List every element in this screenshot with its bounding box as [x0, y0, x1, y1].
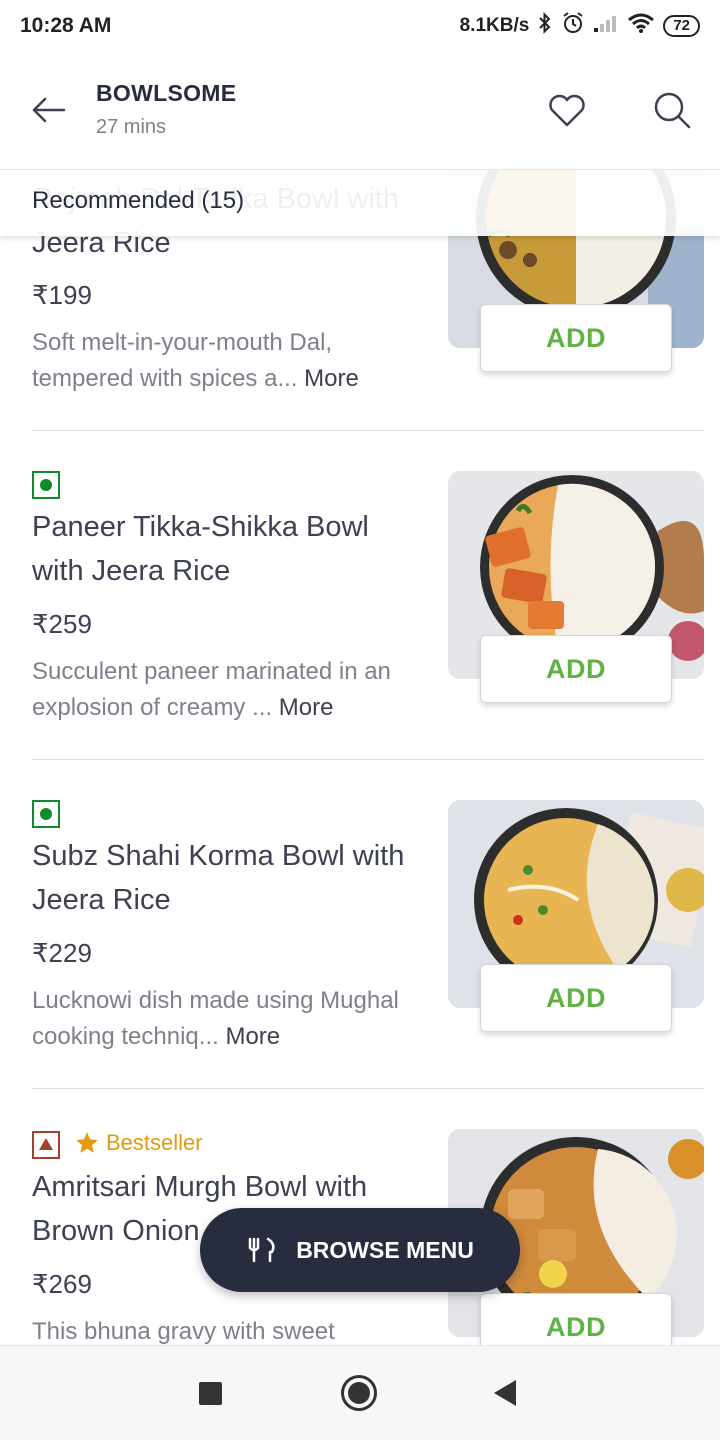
- more-link[interactable]: More: [304, 365, 359, 392]
- non-veg-icon: [32, 1131, 60, 1159]
- signal-icon: [593, 13, 619, 39]
- item-price: ₹259: [32, 609, 92, 639]
- veg-icon: [32, 471, 60, 499]
- system-back-button[interactable]: [494, 1380, 516, 1406]
- item-name: Subz Shahi Korma Bowl with Jeera Rice: [32, 840, 405, 916]
- battery-indicator: 72: [663, 15, 700, 37]
- delivery-time: 27 mins: [96, 116, 167, 138]
- status-time: 10:28 AM: [20, 14, 112, 37]
- item-price: ₹229: [32, 938, 92, 968]
- status-icons: 8.1KB/s 72: [460, 11, 700, 41]
- item-description-text: This bhuna gravy with sweet: [32, 1318, 335, 1345]
- alarm-icon: [561, 11, 585, 41]
- bestseller-tag: Bestseller: [74, 1130, 203, 1156]
- item-description-text: Soft melt-in-your-mouth Dal, tempered wi…: [32, 329, 333, 392]
- bestseller-label: Bestseller: [106, 1130, 203, 1155]
- restaurant-header: BOWLSOME 27 mins: [0, 52, 720, 170]
- search-button[interactable]: [650, 88, 694, 132]
- item-description-text: Succulent paneer marinated in an explosi…: [32, 658, 391, 721]
- section-title: Recommended (15): [32, 187, 245, 214]
- favorite-button[interactable]: [545, 88, 589, 132]
- back-button[interactable]: [26, 88, 70, 132]
- item-description-text: Lucknowi dish made using Mughal cooking …: [32, 987, 399, 1050]
- star-icon: [76, 1132, 98, 1153]
- net-speed: 8.1KB/s: [459, 15, 530, 36]
- status-bar: 10:28 AM 8.1KB/s 72: [0, 0, 720, 52]
- add-button[interactable]: ADD: [480, 1293, 672, 1345]
- restaurant-title-block: BOWLSOME 27 mins: [96, 80, 236, 139]
- item-price: ₹199: [32, 280, 92, 310]
- menu-item: Subz Shahi Korma Bowl with Jeera Rice ₹2…: [0, 760, 720, 1089]
- item-description: Succulent paneer marinated in an explosi…: [32, 654, 432, 726]
- item-price: ₹269: [32, 1269, 92, 1299]
- item-description: Soft melt-in-your-mouth Dal, tempered wi…: [32, 325, 432, 397]
- item-description: Lucknowi dish made using Mughal cooking …: [32, 983, 432, 1055]
- fork-knife-icon: [248, 1237, 275, 1263]
- more-link[interactable]: More: [279, 694, 334, 721]
- home-button[interactable]: [341, 1375, 377, 1411]
- add-button[interactable]: ADD: [480, 304, 672, 372]
- add-button[interactable]: ADD: [480, 635, 672, 703]
- menu-item: Paneer Tikka-Shikka Bowl with Jeera Rice…: [0, 431, 720, 760]
- bluetooth-icon: [537, 12, 553, 40]
- add-button[interactable]: ADD: [480, 964, 672, 1032]
- search-icon: [654, 92, 691, 129]
- heart-icon: [549, 94, 585, 127]
- browse-menu-label: BROWSE MENU: [296, 1236, 474, 1263]
- veg-icon: [32, 800, 60, 828]
- recents-button[interactable]: [199, 1382, 222, 1405]
- browse-menu-button[interactable]: BROWSE MENU: [200, 1208, 520, 1292]
- restaurant-name: BOWLSOME: [96, 80, 237, 106]
- system-nav-bar: [0, 1345, 720, 1440]
- item-description: This bhuna gravy with sweet: [32, 1314, 432, 1345]
- item-name: Paneer Tikka-Shikka Bowl with Jeera Rice: [32, 511, 369, 587]
- more-link[interactable]: More: [225, 1023, 280, 1050]
- arrow-left-icon: [32, 97, 66, 123]
- wifi-icon: [627, 12, 655, 40]
- section-header[interactable]: Recommended (15): [0, 170, 720, 236]
